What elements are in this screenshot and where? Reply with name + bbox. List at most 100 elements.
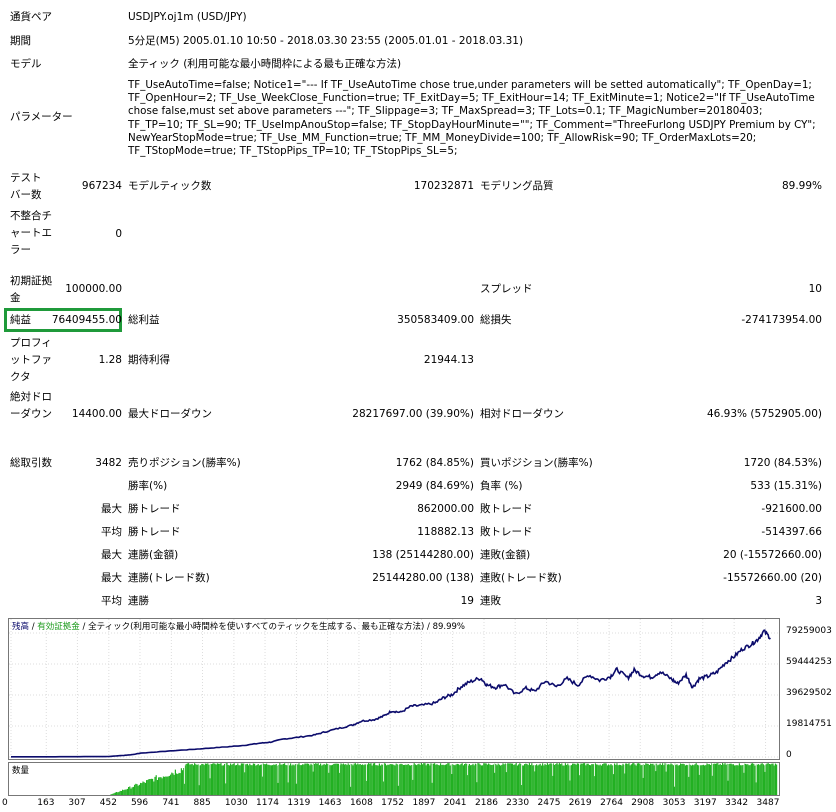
volume-bar [282, 763, 284, 795]
volume-bar [731, 764, 733, 795]
volume-bar [645, 763, 647, 795]
volume-bar [269, 765, 271, 795]
volume-bar [510, 763, 512, 795]
rel-drawdown-value: 46.93% (5752905.00) [706, 408, 822, 420]
volume-bar [221, 765, 223, 795]
volume-bar [622, 763, 624, 795]
volume-bar [488, 763, 490, 795]
volume-bar [166, 776, 168, 795]
volume-bar [200, 765, 202, 795]
volume-bar [329, 765, 331, 795]
volume-bar [176, 773, 178, 795]
avg-cons-wins-label: 連勝 [128, 595, 149, 607]
volume-bar [113, 793, 115, 795]
volume-bar [770, 764, 772, 795]
volume-gap [579, 763, 580, 776]
volume-bar [754, 765, 756, 795]
volume-bar [591, 764, 593, 795]
volume-bar [309, 765, 311, 795]
volume-bar [640, 765, 642, 795]
volume-bar [152, 778, 154, 795]
volume-bar [220, 763, 222, 795]
volume-bar [608, 764, 610, 795]
volume-bar [720, 765, 722, 795]
volume-bar [495, 764, 497, 795]
volume-bar [186, 763, 188, 795]
x-tick-label: 2186 [475, 798, 498, 808]
volume-bar [298, 763, 300, 795]
volume-bar [238, 765, 240, 795]
volume-bar [580, 763, 582, 795]
volume-bar [603, 763, 605, 795]
volume-bar [514, 764, 516, 795]
volume-bar [489, 764, 491, 795]
volume-bar [266, 763, 268, 795]
loss-pct-value: 533 (15.31%) [750, 480, 822, 492]
volume-bar [614, 763, 616, 795]
loss-pct-label: 負率 (%) [480, 480, 523, 492]
volume-bar [384, 763, 386, 795]
volume-bar [694, 764, 696, 795]
volume-bar [693, 765, 695, 795]
volume-gap [277, 763, 279, 783]
volume-bar [364, 764, 366, 795]
volume-bar [664, 763, 666, 795]
balance-chart [8, 618, 780, 760]
volume-bar [164, 776, 166, 795]
volume-bar [280, 764, 282, 795]
volume-bar [458, 764, 460, 795]
avg-cons-wins-value: 19 [460, 595, 474, 607]
volume-bar [177, 774, 179, 795]
volume-bar [641, 764, 643, 795]
volume-bar [206, 763, 208, 795]
y-tick-label: 79259003 [786, 626, 832, 636]
volume-gap [287, 763, 289, 783]
volume-bar [748, 765, 750, 795]
volume-bar [434, 763, 436, 795]
volume-bar [626, 763, 628, 795]
volume-bar [662, 763, 664, 795]
volume-bar [762, 764, 764, 795]
volume-bar [159, 777, 161, 795]
volume-bar [201, 763, 203, 795]
params-label: パラメーター [10, 111, 73, 123]
volume-bar [347, 763, 349, 795]
volume-bar [635, 765, 637, 795]
volume-bar [500, 765, 502, 795]
volume-bar [214, 763, 216, 795]
volume-bar [657, 765, 659, 795]
volume-bar [188, 763, 190, 795]
volume-bar [203, 765, 205, 795]
volume-bar [192, 765, 194, 795]
volume-bar [747, 764, 749, 795]
volume-gap [613, 763, 614, 775]
volume-bar [374, 763, 376, 795]
volume-bar [700, 765, 702, 795]
volume-bar [148, 779, 150, 795]
volume-bar [418, 763, 420, 795]
volume-bar [303, 764, 305, 795]
volume-bar [454, 765, 456, 795]
volume-bar [422, 764, 424, 795]
volume-bar [118, 791, 120, 795]
volume-bar [314, 763, 316, 795]
x-tick-label: 1463 [318, 798, 342, 808]
gross-loss-label: 総損失 [480, 314, 512, 326]
volume-bar [677, 765, 679, 795]
volume-gap [209, 763, 211, 779]
volume-bar [526, 763, 528, 795]
volume-gap [727, 763, 729, 781]
volume-bar [180, 768, 182, 795]
volume-bar [663, 765, 665, 795]
volume-bar [766, 763, 768, 795]
volume-bar [317, 763, 319, 795]
volume-bar [227, 764, 229, 795]
volume-bar [243, 763, 245, 795]
volume-bar [741, 765, 743, 795]
volume-bar [611, 765, 613, 795]
volume-bar [708, 764, 710, 795]
x-tick-label: 452 [99, 798, 117, 808]
volume-bar [504, 763, 506, 795]
volume-bar [561, 763, 563, 795]
volume-bar [213, 763, 215, 795]
